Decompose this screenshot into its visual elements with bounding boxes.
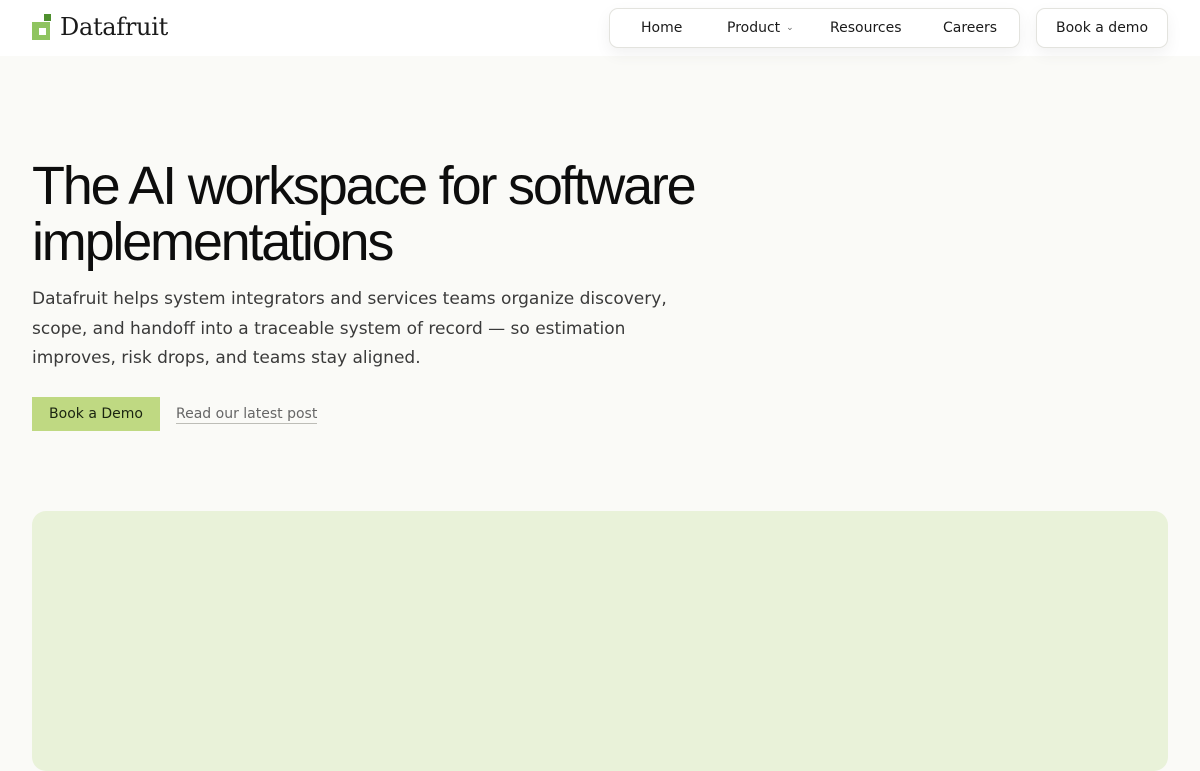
datafruit-logo-icon [32, 14, 54, 40]
book-demo-button[interactable]: Book a Demo [32, 397, 160, 431]
nav-item-product[interactable]: Product ⌄ [727, 9, 794, 47]
nav-item-product-label: Product [727, 20, 781, 36]
main-nav: Home Product ⌄ Resources Careers [609, 8, 1020, 48]
site-header: Datafruit Home Product ⌄ Resources Career… [0, 0, 1200, 56]
nav-item-home[interactable]: Home [641, 9, 682, 47]
brand-logo[interactable]: Datafruit [32, 13, 168, 41]
latest-post-link[interactable]: Read our latest post [176, 405, 318, 424]
book-demo-header-button[interactable]: Book a demo [1036, 8, 1168, 48]
chevron-down-icon: ⌄ [786, 23, 794, 33]
nav-item-careers[interactable]: Careers [943, 9, 997, 47]
nav-item-resources[interactable]: Resources [830, 9, 902, 47]
product-preview-panel [32, 511, 1168, 771]
brand-name: Datafruit [60, 13, 168, 41]
hero-title: The AI workspace for software implementa… [32, 156, 697, 272]
hero-subtitle: Datafruit helps system integrators and s… [32, 289, 667, 368]
